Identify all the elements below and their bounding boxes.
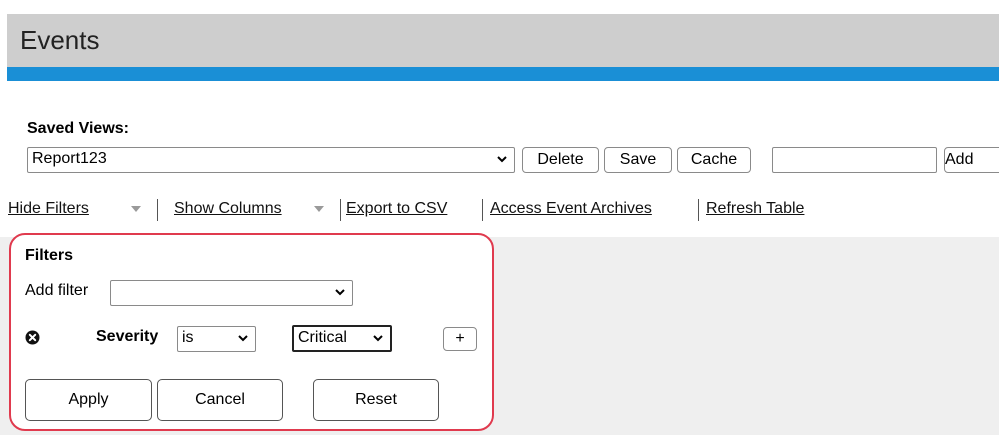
toolbar-divider <box>482 199 483 221</box>
show-columns-link[interactable]: Show Columns <box>174 200 282 218</box>
cache-button[interactable]: Cache <box>677 147 751 173</box>
saved-views-selected-value: Report123 <box>32 150 107 167</box>
delete-button[interactable]: Delete <box>522 147 599 173</box>
chevron-down-icon <box>496 148 508 170</box>
add-filter-row-button[interactable]: + <box>443 327 477 351</box>
save-button[interactable]: Save <box>604 147 672 173</box>
chevron-down-icon <box>334 281 346 303</box>
filter-value-select[interactable]: Critical <box>292 325 392 352</box>
refresh-table-link[interactable]: Refresh Table <box>706 200 804 218</box>
hide-filters-dropdown-icon[interactable] <box>131 206 141 212</box>
toolbar-divider <box>340 199 341 221</box>
remove-filter-icon[interactable] <box>25 330 40 345</box>
filter-value-selected: Critical <box>298 329 347 346</box>
saved-views-label: Saved Views: <box>27 120 129 137</box>
show-columns-dropdown-icon[interactable] <box>314 206 324 212</box>
chevron-down-icon <box>372 327 384 349</box>
export-csv-link[interactable]: Export to CSV <box>346 200 447 218</box>
hide-filters-link[interactable]: Hide Filters <box>8 200 89 218</box>
access-archives-link[interactable]: Access Event Archives <box>490 200 652 218</box>
toolbar-divider <box>157 199 158 221</box>
add-view-button[interactable]: Add <box>944 147 999 173</box>
header-bar <box>7 14 999 67</box>
filters-title: Filters <box>25 247 74 264</box>
cancel-button[interactable]: Cancel <box>157 379 283 421</box>
add-filter-label: Add filter <box>25 282 89 299</box>
header-accent-strip <box>7 67 999 81</box>
page-title: Events <box>20 25 100 55</box>
chevron-down-icon <box>237 327 249 349</box>
toolbar-divider <box>698 199 699 221</box>
apply-button[interactable]: Apply <box>25 379 152 421</box>
reset-button[interactable]: Reset <box>313 379 439 421</box>
filter-operator-select[interactable]: is <box>177 326 256 352</box>
filter-operator-value: is <box>182 329 194 346</box>
saved-views-select[interactable]: Report123 <box>27 147 515 173</box>
add-filter-select[interactable] <box>110 280 353 306</box>
filter-field-label: Severity <box>96 328 159 345</box>
new-view-name-input[interactable] <box>772 147 937 173</box>
